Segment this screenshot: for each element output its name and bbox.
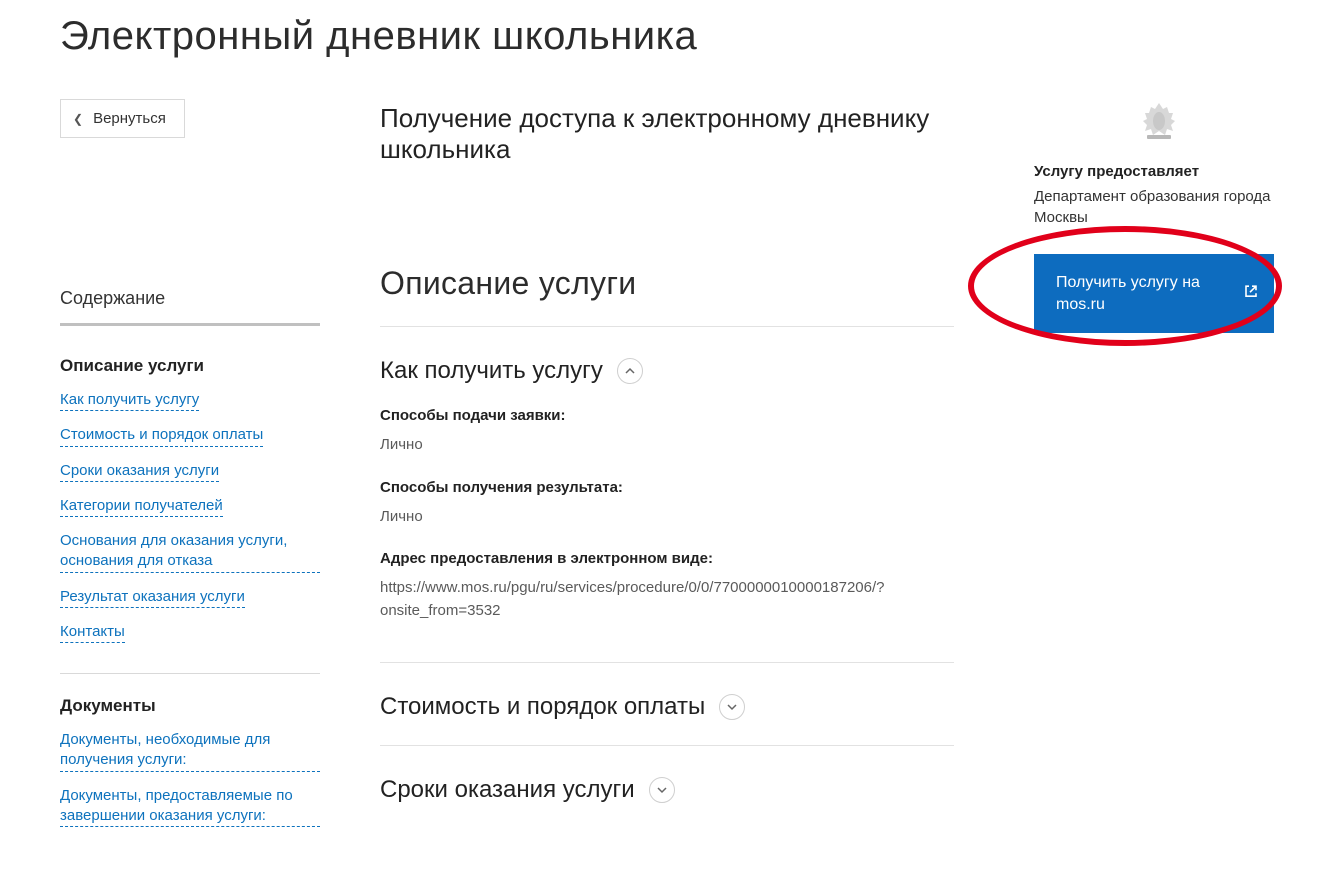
- apply-method-value: Лично: [380, 434, 954, 457]
- toc-link-categories[interactable]: Категории получателей: [60, 496, 223, 517]
- sidebar: ❮ Вернуться Содержание Описание услуги К…: [60, 99, 320, 841]
- provider-panel: Услугу предоставляет Департамент образов…: [1034, 99, 1284, 841]
- toc-link-contacts[interactable]: Контакты: [60, 622, 125, 643]
- get-service-button-label: Получить услугу на mos.ru: [1056, 274, 1200, 313]
- toc-link-result[interactable]: Результат оказания услуги: [60, 587, 245, 608]
- toc-link-how-to[interactable]: Как получить услугу: [60, 390, 199, 411]
- external-link-icon: [1244, 283, 1258, 305]
- accordion-title-terms: Сроки оказания услуги: [380, 776, 635, 804]
- toc-link-grounds[interactable]: Основания для оказания услуги, основания…: [60, 531, 320, 573]
- collapse-button-how-to[interactable]: [617, 358, 643, 384]
- toc-link-docs-provided[interactable]: Документы, предоставляемые по завершении…: [60, 786, 320, 828]
- back-button[interactable]: ❮ Вернуться: [60, 99, 185, 138]
- toc-link-terms[interactable]: Сроки оказания услуги: [60, 461, 219, 482]
- toc-heading-documents: Документы: [60, 696, 320, 716]
- electronic-address-value: https://www.mos.ru/pgu/ru/services/proce…: [380, 577, 954, 622]
- toc-heading-description: Описание услуги: [60, 356, 320, 376]
- main-content: Получение доступа к электронному дневник…: [380, 99, 974, 841]
- receive-method-label: Способы получения результата:: [380, 479, 954, 496]
- toc-title: Содержание: [60, 288, 320, 326]
- accordion-title-how-to: Как получить услугу: [380, 357, 603, 385]
- provider-label: Услугу предоставляет: [1034, 163, 1284, 180]
- chevron-up-icon: [625, 366, 635, 376]
- divider: [380, 745, 954, 746]
- divider: [380, 326, 954, 327]
- chevron-down-icon: [727, 702, 737, 712]
- receive-method-value: Лично: [380, 506, 954, 529]
- get-service-button[interactable]: Получить услугу на mos.ru: [1034, 254, 1274, 333]
- provider-name: Департамент образования города Москвы: [1034, 186, 1284, 228]
- page-title: Электронный дневник школьника: [60, 14, 1284, 59]
- chevron-left-icon: ❮: [73, 112, 83, 126]
- apply-method-label: Способы подачи заявки:: [380, 407, 954, 424]
- back-button-label: Вернуться: [93, 110, 166, 127]
- coat-of-arms-icon: [1135, 99, 1183, 147]
- chevron-down-icon: [657, 785, 667, 795]
- divider: [380, 662, 954, 663]
- toc-separator: [60, 673, 320, 674]
- expand-button-cost[interactable]: [719, 694, 745, 720]
- expand-button-terms[interactable]: [649, 777, 675, 803]
- toc-link-docs-required[interactable]: Документы, необходимые для получения усл…: [60, 730, 320, 772]
- section-title-description: Описание услуги: [380, 265, 954, 302]
- page-subtitle: Получение доступа к электронному дневник…: [380, 103, 954, 165]
- toc-link-cost[interactable]: Стоимость и порядок оплаты: [60, 425, 263, 446]
- electronic-address-label: Адрес предоставления в электронном виде:: [380, 550, 954, 567]
- accordion-title-cost: Стоимость и порядок оплаты: [380, 693, 705, 721]
